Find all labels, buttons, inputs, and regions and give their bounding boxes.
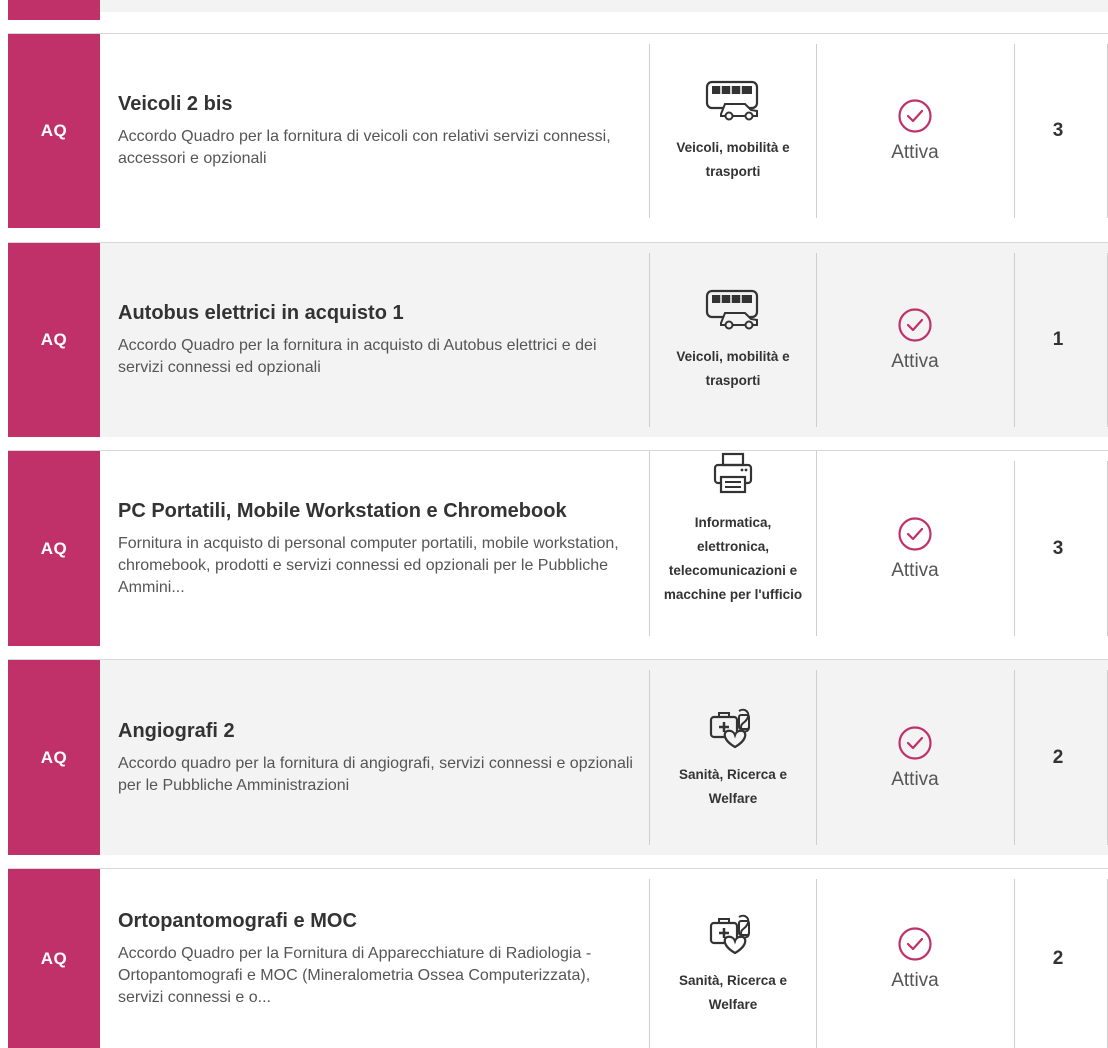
printer-icon	[713, 452, 753, 494]
category-label: Informatica, elettronica, telecomunicazi…	[663, 515, 803, 602]
card-info: Ortopantomografi e MOC Accordo Quadro pe…	[118, 869, 638, 1048]
check-circle-icon	[898, 516, 932, 551]
previous-card-bg	[100, 0, 1108, 12]
count-value: 2	[1052, 947, 1064, 969]
status-cell: Attiva	[816, 869, 1014, 1048]
card-description: Accordo Quadro per la fornitura in acqui…	[118, 337, 597, 376]
card-title[interactable]: PC Portatili, Mobile Workstation e Chrom…	[118, 499, 638, 523]
previous-card-edge	[0, 0, 1108, 20]
health-icon	[709, 914, 750, 954]
count-value: 1	[1052, 329, 1064, 350]
check-circle-icon	[898, 99, 932, 133]
check-circle-icon	[898, 926, 932, 961]
count-value: 3	[1052, 120, 1064, 141]
status-label: Attiva	[891, 969, 939, 991]
card-title[interactable]: Autobus elettrici in acquisto 1	[118, 301, 638, 325]
card-title[interactable]: Ortopantomografi e MOC	[118, 909, 638, 933]
vehicles-icon	[705, 80, 759, 121]
agreement-card[interactable]: AQ Autobus elettrici in acquisto 1 Accor…	[8, 242, 1108, 437]
check-circle-icon	[898, 725, 932, 760]
card-description: Accordo Quadro per la Fornitura di Appar…	[118, 944, 592, 1006]
card-description: Accordo quadro per la fornitura di angio…	[118, 754, 633, 794]
category-cell: Sanità, Ricerca e Welfare	[649, 670, 817, 845]
category-label: Veicoli, mobilità e trasporti	[676, 349, 790, 388]
card-title[interactable]: Veicoli 2 bis	[118, 92, 638, 116]
check-circle-icon	[898, 308, 932, 342]
category-label: Sanità, Ricerca e Welfare	[678, 972, 788, 1012]
type-tag-label: AQ	[40, 747, 68, 767]
status-label: Attiva	[891, 351, 939, 372]
type-tag: AQ	[8, 451, 100, 646]
vehicles-icon	[705, 289, 759, 330]
status-cell: Attiva	[816, 34, 1014, 228]
health-icon	[709, 708, 750, 748]
type-tag-label: AQ	[40, 121, 68, 140]
card-description: Fornitura in acquisto di personal comput…	[118, 534, 619, 596]
count-value: 3	[1052, 537, 1064, 559]
type-tag: AQ	[8, 34, 100, 228]
category-cell: Informatica, elettronica, telecomunicazi…	[649, 451, 817, 636]
type-tag: AQ	[8, 869, 100, 1048]
count-value: 2	[1052, 746, 1064, 768]
status-cell: Attiva	[816, 660, 1014, 855]
card-info: Veicoli 2 bis Accordo Quadro per la forn…	[118, 34, 638, 228]
status-label: Attiva	[891, 142, 939, 163]
type-tag: AQ	[8, 243, 100, 437]
status-cell: Attiva	[816, 243, 1014, 437]
status-label: Attiva	[891, 768, 939, 790]
card-title[interactable]: Angiografi 2	[118, 719, 638, 743]
type-tag-label: AQ	[40, 538, 68, 558]
type-tag-label: AQ	[40, 948, 68, 968]
previous-card-tag	[8, 0, 100, 20]
category-cell: Veicoli, mobilità e trasporti	[649, 253, 817, 427]
card-description: Accordo Quadro per la fornitura di veico…	[118, 128, 611, 167]
card-info: PC Portatili, Mobile Workstation e Chrom…	[118, 451, 638, 646]
agreement-card[interactable]: AQ Veicoli 2 bis Accordo Quadro per la f…	[8, 33, 1108, 228]
type-tag: AQ	[8, 660, 100, 855]
category-cell: Veicoli, mobilità e trasporti	[649, 44, 817, 218]
agreement-card[interactable]: AQ PC Portatili, Mobile Workstation e Ch…	[8, 450, 1108, 646]
category-label: Veicoli, mobilità e trasporti	[676, 140, 790, 179]
category-cell: Sanità, Ricerca e Welfare	[649, 879, 817, 1048]
type-tag-label: AQ	[40, 330, 68, 349]
card-info: Angiografi 2 Accordo quadro per la forni…	[118, 660, 638, 855]
agreement-card[interactable]: AQ Angiografi 2 Accordo quadro per la fo…	[8, 659, 1108, 855]
status-cell: Attiva	[816, 451, 1014, 646]
agreement-card[interactable]: AQ Ortopantomografi e MOC Accordo Quadro…	[8, 868, 1108, 1048]
status-label: Attiva	[891, 559, 939, 581]
card-info: Autobus elettrici in acquisto 1 Accordo …	[118, 243, 638, 437]
category-label: Sanità, Ricerca e Welfare	[678, 766, 788, 806]
